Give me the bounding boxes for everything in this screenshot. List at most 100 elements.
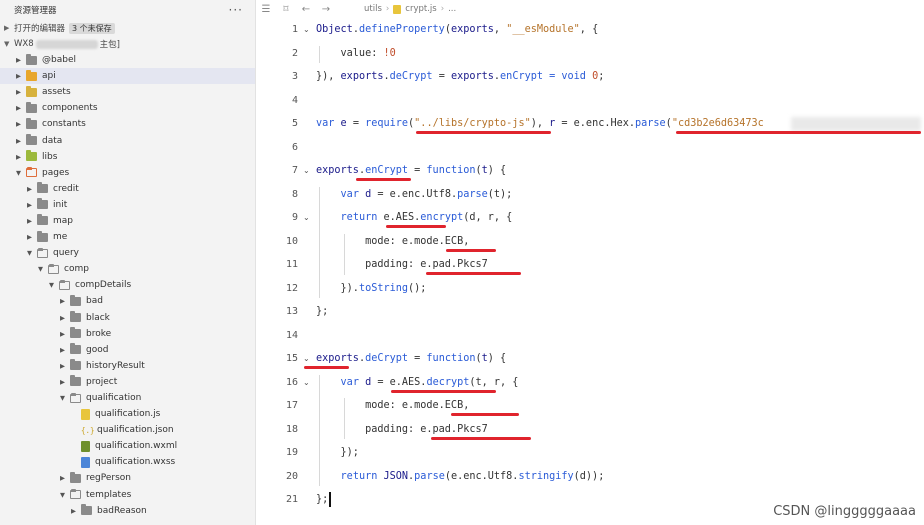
chevron-down-icon[interactable]: ▼ (36, 265, 45, 273)
tree-folder-query[interactable]: ▼ query (0, 245, 255, 261)
tree-folder-assets[interactable]: ▶ assets (0, 84, 255, 100)
chevron-right-icon[interactable]: ▶ (58, 330, 67, 338)
back-arrow-icon[interactable]: ← (296, 4, 316, 15)
tree-folder-black[interactable]: ▶ black (0, 310, 255, 326)
code-line[interactable]: 2 value: !0 (256, 42, 924, 66)
tree-folder-@babel[interactable]: ▶ @babel (0, 52, 255, 68)
chevron-right-icon[interactable]: ▶ (14, 153, 23, 161)
tree-folder-map[interactable]: ▶ map (0, 213, 255, 229)
chevron-down-icon[interactable]: ▼ (25, 249, 34, 257)
code-line[interactable]: 13}; (256, 300, 924, 324)
explorer-title: 资源管理器 (14, 6, 57, 16)
code-line[interactable]: 16 ⌄ var d = e.AES.decrypt(t, r, { (256, 371, 924, 395)
more-icon[interactable]: ··· (229, 3, 243, 17)
tree-folder-regPerson[interactable]: ▶ regPerson (0, 470, 255, 486)
tree-folder-credit[interactable]: ▶ credit (0, 181, 255, 197)
chevron-right-icon[interactable]: ▶ (58, 378, 67, 386)
chevron-down-icon[interactable]: ▼ (58, 491, 67, 499)
folder-icon (26, 150, 37, 162)
chevron-right-icon[interactable]: ▶ (14, 88, 23, 96)
tree-item-label: query (53, 248, 79, 259)
bookmark-icon[interactable]: ⌑ (276, 4, 296, 15)
fold-chevron-icon[interactable]: ⌄ (303, 354, 310, 363)
list-icon[interactable]: ☰ (256, 4, 276, 15)
tree-folder-me[interactable]: ▶ me (0, 229, 255, 245)
code-line[interactable]: 20 return JSON.parse(e.enc.Utf8.stringif… (256, 465, 924, 489)
code-line[interactable]: 17 mode: e.mode.ECB, (256, 394, 924, 418)
tree-folder-constants[interactable]: ▶ constants (0, 116, 255, 132)
text-cursor (329, 492, 331, 507)
line-number: 8 (291, 188, 298, 200)
tree-folder-historyResult[interactable]: ▶ historyResult (0, 358, 255, 374)
chevron-down-icon[interactable]: ▼ (47, 281, 56, 289)
code-line[interactable]: 8 var d = e.enc.Utf8.parse(t); (256, 183, 924, 207)
fold-chevron-icon[interactable]: ⌄ (303, 25, 310, 34)
annotation-underline (451, 413, 519, 416)
code-line[interactable]: 10 mode: e.mode.ECB, (256, 230, 924, 254)
tree-folder-compDetails[interactable]: ▼ compDetails (0, 277, 255, 293)
project-section[interactable]: ▼ WX8 主包] (0, 36, 255, 52)
tree-folder-libs[interactable]: ▶ libs (0, 149, 255, 165)
code-line[interactable]: 1 ⌄ Object.defineProperty(exports, "__esMo… (256, 18, 924, 42)
fold-chevron-icon[interactable]: ⌄ (303, 213, 310, 222)
chevron-right-icon[interactable]: ▶ (58, 474, 67, 482)
chevron-right-icon[interactable]: ▶ (14, 120, 23, 128)
chevron-right-icon[interactable]: ▶ (58, 314, 67, 322)
tree-folder-good[interactable]: ▶ good (0, 342, 255, 358)
chevron-right-icon[interactable]: ▶ (58, 346, 67, 354)
tree-file-qualification.wxml[interactable]: qualification.wxml (0, 438, 255, 454)
tree-folder-bad[interactable]: ▶ bad (0, 293, 255, 309)
breadcrumb-item[interactable]: utils (364, 4, 382, 14)
chevron-right-icon[interactable]: ▶ (25, 233, 34, 241)
tree-file-qualification.js[interactable]: qualification.js (0, 406, 255, 422)
indent-guide (344, 398, 345, 439)
open-editors-section[interactable]: ▶ 打开的编辑器 3 个未保存 (0, 20, 255, 36)
tree-folder-pages[interactable]: ▼ pages (0, 165, 255, 181)
code-line[interactable]: 6 (256, 136, 924, 160)
chevron-right-icon[interactable]: ▶ (14, 104, 23, 112)
tree-folder-templates[interactable]: ▼ templates (0, 487, 255, 503)
tree-folder-badReason[interactable]: ▶ badReason (0, 503, 255, 519)
code-line[interactable]: 18 padding: e.pad.Pkcs7 (256, 418, 924, 442)
tree-folder-project[interactable]: ▶ project (0, 374, 255, 390)
chevron-right-icon[interactable]: ▶ (58, 362, 67, 370)
tree-file-qualification.wxss[interactable]: qualification.wxss (0, 454, 255, 470)
fold-chevron-icon[interactable]: ⌄ (303, 378, 310, 387)
chevron-right-icon[interactable]: ▶ (58, 297, 67, 305)
breadcrumb-item[interactable]: crypt.js (405, 4, 436, 14)
annotation-underline (386, 225, 446, 228)
tree-folder-qualification[interactable]: ▼ qualification (0, 390, 255, 406)
tree-folder-broke[interactable]: ▶ broke (0, 326, 255, 342)
code-line[interactable]: 14 (256, 324, 924, 348)
code-line[interactable]: 9 ⌄ return e.AES.encrypt(d, r, { (256, 206, 924, 230)
code-line[interactable]: 12 }).toString(); (256, 277, 924, 301)
tree-folder-comp[interactable]: ▼ comp (0, 261, 255, 277)
code-editor[interactable]: ☰ ⌑ ← → utils › crypt.js › ... 1 ⌄ Object.… (256, 0, 924, 525)
tree-file-qualification.json[interactable]: {.} qualification.json (0, 422, 255, 438)
chevron-right-icon[interactable]: ▶ (14, 137, 23, 145)
fold-chevron-icon[interactable]: ⌄ (303, 166, 310, 175)
chevron-right-icon[interactable]: ▶ (25, 217, 34, 225)
code-line[interactable]: 11 padding: e.pad.Pkcs7 (256, 253, 924, 277)
code-text: mode: e.mode.ECB, (316, 235, 470, 247)
code-line[interactable]: 4 (256, 89, 924, 113)
code-line[interactable]: 3}), exports.deCrypt = exports.enCrypt =… (256, 65, 924, 89)
tree-folder-data[interactable]: ▶ data (0, 132, 255, 148)
chevron-right-icon[interactable]: ▶ (14, 56, 23, 64)
chevron-right-icon[interactable]: ▶ (14, 72, 23, 80)
code-line[interactable]: 15 ⌄ exports.deCrypt = function(t) { (256, 347, 924, 371)
tree-folder-init[interactable]: ▶ init (0, 197, 255, 213)
chevron-down-icon[interactable]: ▼ (14, 169, 23, 177)
tree-item-label: comp (64, 264, 89, 275)
tree-folder-api[interactable]: ▶ api (0, 68, 255, 85)
chevron-right-icon[interactable]: ▶ (25, 201, 34, 209)
code-text: }).toString(); (316, 282, 427, 294)
chevron-right-icon[interactable]: ▶ (25, 185, 34, 193)
breadcrumb-item[interactable]: ... (448, 4, 456, 14)
code-line[interactable]: 19 }); (256, 441, 924, 465)
chevron-down-icon[interactable]: ▼ (58, 394, 67, 402)
forward-arrow-icon[interactable]: → (316, 4, 336, 15)
line-number: 4 (291, 94, 298, 106)
chevron-right-icon[interactable]: ▶ (69, 507, 78, 515)
tree-folder-components[interactable]: ▶ components (0, 100, 255, 116)
